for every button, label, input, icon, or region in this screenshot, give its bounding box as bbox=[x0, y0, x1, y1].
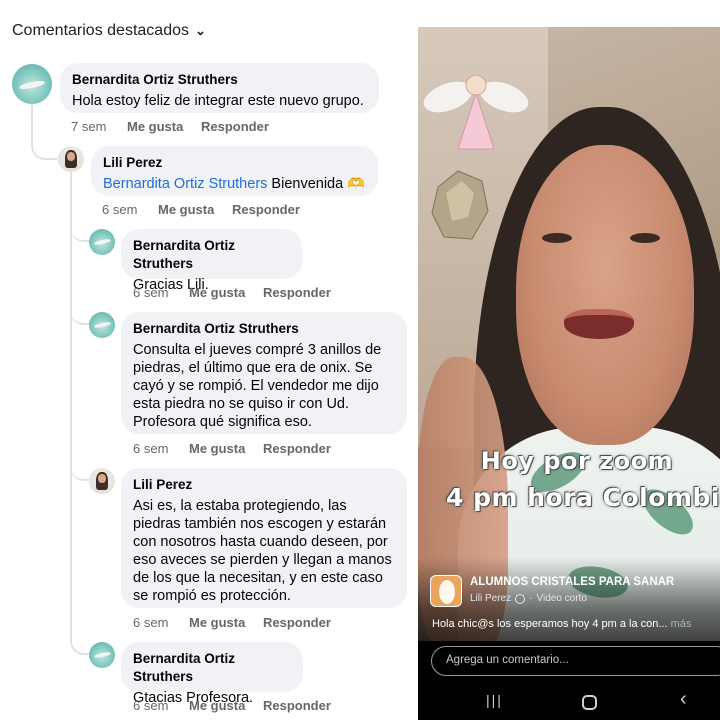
comment-actions: 6 sem Me gusta Responder bbox=[133, 615, 331, 630]
video-subline: Lili Perez · Video corto bbox=[470, 593, 587, 604]
like-button[interactable]: Me gusta bbox=[189, 285, 263, 300]
thread-connector bbox=[70, 463, 90, 481]
reply-button[interactable]: Responder bbox=[201, 119, 269, 134]
like-button[interactable]: Me gusta bbox=[127, 119, 201, 134]
comment-time[interactable]: 6 sem bbox=[133, 285, 189, 300]
comment-bubble: Lili Perez Asi es, la estaba protegiendo… bbox=[121, 468, 407, 608]
thread-connector bbox=[70, 630, 90, 655]
comment-author[interactable]: Bernardita Ortiz Struthers bbox=[133, 650, 291, 686]
pyrite-stone-sticker bbox=[431, 170, 489, 240]
mention-link[interactable]: Bernardita Ortiz Struthers bbox=[103, 176, 267, 192]
video-caption[interactable]: Hola chic@s los esperamos hoy 4 pm a la … bbox=[432, 618, 691, 630]
comments-panel: Comentarios destacados ⌄ Bernardita Orti… bbox=[0, 0, 418, 720]
reply-button[interactable]: Responder bbox=[263, 615, 331, 630]
eye bbox=[542, 233, 572, 243]
thread-connector bbox=[70, 225, 90, 242]
reply-button[interactable]: Responder bbox=[263, 441, 331, 456]
separator: · bbox=[529, 593, 533, 604]
caption-text: Hola chic@s los esperamos hoy 4 pm a la … bbox=[432, 618, 668, 630]
comment-time[interactable]: 6 sem bbox=[133, 615, 189, 630]
comment-text: Asi es, la estaba protegiendo, las piedr… bbox=[133, 498, 392, 604]
avatar[interactable] bbox=[89, 642, 115, 668]
overlay-text-line2: 4 pm hora Colombia bbox=[446, 483, 720, 512]
comment-text: Consulta el jueves compré 3 anillos de p… bbox=[133, 342, 382, 430]
short-video-player[interactable]: Hoy por zoom 4 pm hora Colombia ALUMNOS … bbox=[418, 27, 720, 720]
comment-text: Bernardita Ortiz Struthers Bienvenida 🫶 bbox=[103, 175, 366, 193]
comment-time[interactable]: 6 sem bbox=[133, 441, 189, 456]
video-type: Video corto bbox=[536, 593, 587, 604]
avatar[interactable] bbox=[89, 229, 115, 255]
recent-apps-button[interactable]: ||| bbox=[486, 692, 503, 708]
thread-connector bbox=[31, 104, 57, 160]
comment-bubble: Bernardita Ortiz Struthers Hola estoy fe… bbox=[60, 63, 379, 113]
comment-author[interactable]: Lili Perez bbox=[133, 476, 395, 494]
page-name[interactable]: ALUMNOS CRISTALES PARA SANAR bbox=[470, 576, 674, 588]
avatar[interactable] bbox=[89, 312, 115, 338]
featured-comments-dropdown[interactable]: Comentarios destacados ⌄ bbox=[12, 22, 206, 40]
comment-time[interactable]: 6 sem bbox=[102, 202, 158, 217]
comment-text-rest: Bienvenida 🫶 bbox=[267, 176, 366, 192]
thread-connector bbox=[70, 308, 90, 325]
comment-bar: Agrega un comentario... bbox=[418, 641, 720, 685]
comment-actions: 6 sem Me gusta Responder bbox=[133, 698, 331, 713]
comment-author[interactable]: Bernardita Ortiz Struthers bbox=[133, 320, 395, 338]
comment-author[interactable]: Bernardita Ortiz Struthers bbox=[133, 237, 290, 273]
like-button[interactable]: Me gusta bbox=[158, 202, 232, 217]
avatar[interactable] bbox=[89, 468, 115, 494]
comment-actions: 7 sem Me gusta Responder bbox=[71, 119, 269, 134]
comment-bubble: Lili Perez Bernardita Ortiz Struthers Bi… bbox=[91, 146, 378, 196]
comment-time[interactable]: 6 sem bbox=[133, 698, 189, 713]
video-person-face bbox=[516, 145, 694, 445]
reply-button[interactable]: Responder bbox=[263, 285, 331, 300]
comment-author[interactable]: Lili Perez bbox=[103, 154, 366, 172]
globe-icon bbox=[515, 593, 526, 604]
comment-bubble: Bernardita Ortiz Struthers Gtacias Profe… bbox=[121, 642, 303, 706]
back-button[interactable]: ‹ bbox=[680, 688, 687, 711]
see-more-link[interactable]: más bbox=[671, 618, 692, 630]
home-icon[interactable] bbox=[582, 695, 597, 710]
comment-actions: 6 sem Me gusta Responder bbox=[133, 285, 331, 300]
comment-bubble: Bernardita Ortiz Struthers Consulta el j… bbox=[121, 312, 407, 434]
comment-actions: 6 sem Me gusta Responder bbox=[102, 202, 300, 217]
overlay-text-line1: Hoy por zoom bbox=[480, 447, 674, 475]
comment-bubble: Bernardita Ortiz Struthers Gracias Lili. bbox=[121, 229, 302, 293]
thread-line bbox=[70, 172, 72, 642]
like-button[interactable]: Me gusta bbox=[189, 615, 263, 630]
comment-text: Hola estoy feliz de integrar este nuevo … bbox=[72, 93, 364, 109]
comment-actions: 6 sem Me gusta Responder bbox=[133, 441, 331, 456]
like-button[interactable]: Me gusta bbox=[189, 698, 263, 713]
comment-input[interactable]: Agrega un comentario... bbox=[431, 646, 720, 676]
chevron-down-icon: ⌄ bbox=[194, 23, 206, 38]
angel-sticker bbox=[422, 74, 530, 150]
reply-button[interactable]: Responder bbox=[263, 698, 331, 713]
eye bbox=[630, 233, 660, 243]
featured-comments-title: Comentarios destacados bbox=[12, 22, 189, 39]
like-button[interactable]: Me gusta bbox=[189, 441, 263, 456]
page-avatar[interactable] bbox=[430, 575, 462, 607]
poster-name[interactable]: Lili Perez bbox=[470, 593, 511, 604]
mouth bbox=[564, 309, 634, 339]
avatar[interactable] bbox=[58, 146, 84, 172]
system-navbar: ||| ‹ bbox=[418, 685, 720, 720]
comment-time[interactable]: 7 sem bbox=[71, 119, 127, 134]
comment-author[interactable]: Bernardita Ortiz Struthers bbox=[72, 71, 367, 89]
reply-button[interactable]: Responder bbox=[232, 202, 300, 217]
avatar[interactable] bbox=[12, 64, 52, 104]
